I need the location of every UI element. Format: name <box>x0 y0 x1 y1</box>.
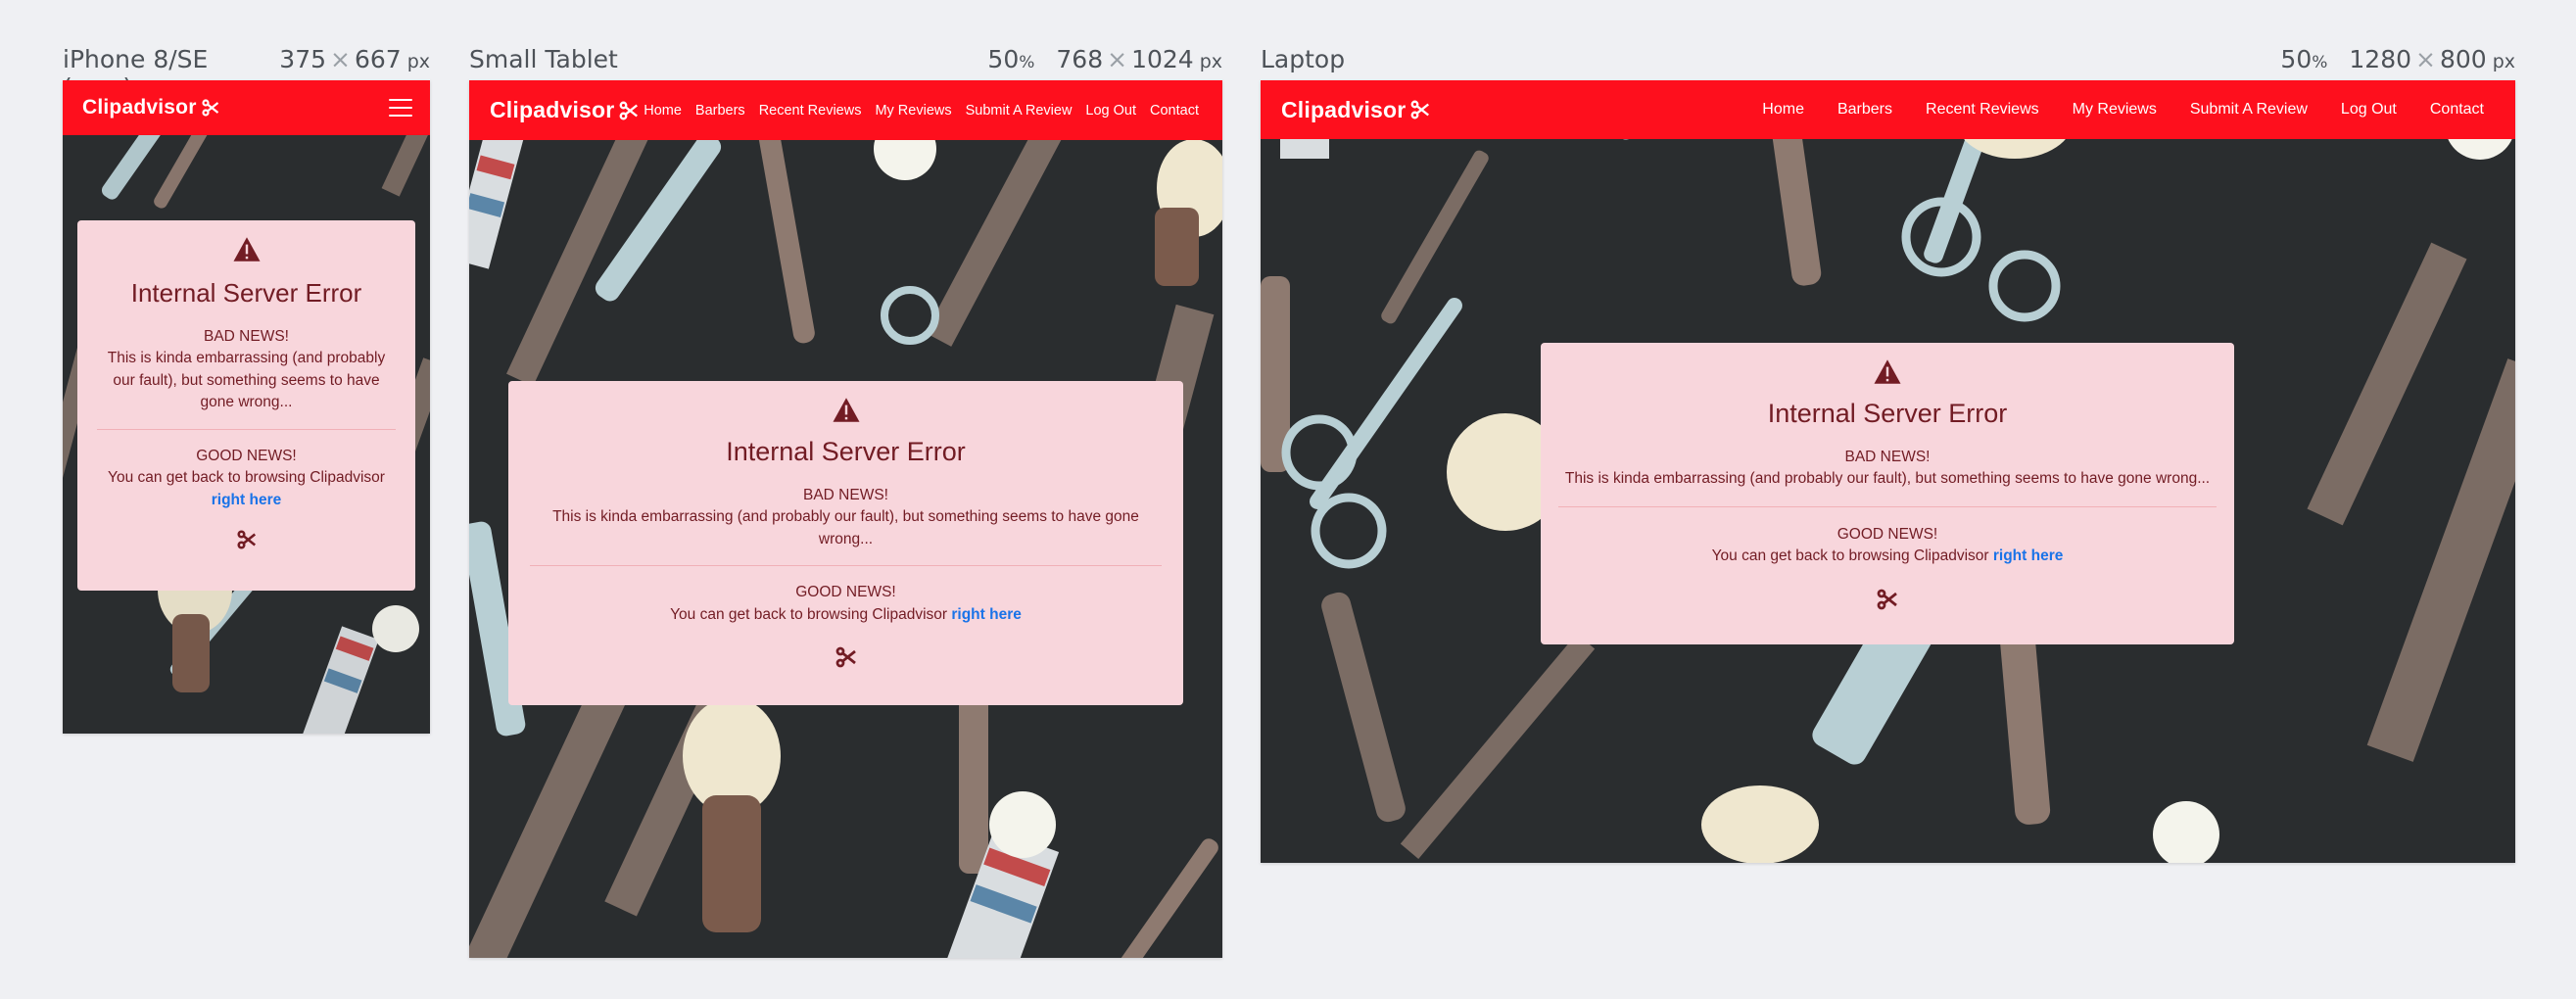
nav-links: Home Barbers Recent Reviews My Reviews S… <box>1762 101 2484 119</box>
home-link[interactable]: right here <box>951 606 1021 623</box>
bad-news-heading: BAD NEWS! <box>803 487 888 503</box>
error-card: Internal Server Error BAD NEWS! This is … <box>77 220 415 591</box>
brand-logo[interactable]: Clipadvisor <box>490 97 640 123</box>
nav-recent-reviews[interactable]: Recent Reviews <box>1926 101 2039 119</box>
warning-icon <box>233 237 260 262</box>
home-link[interactable]: right here <box>212 492 281 508</box>
device-dimensions: 768 × 1024 px <box>1056 45 1222 73</box>
divider <box>530 565 1162 567</box>
nav-barbers[interactable]: Barbers <box>695 103 745 119</box>
scissors-icon <box>1877 589 1897 610</box>
brand-logo[interactable]: Clipadvisor <box>1281 97 1431 123</box>
good-news-text: You can get back to browsing Clipadvisor… <box>108 469 385 508</box>
brand-logo[interactable]: Clipadvisor <box>82 96 220 119</box>
device-dimensions: 1280 × 800 px <box>2349 45 2515 73</box>
device-header-phone: iPhone 8/SE (new) 375×667px <box>63 45 430 102</box>
warning-icon <box>1874 359 1901 384</box>
device-dimensions: 375 × 667 px <box>279 45 430 73</box>
nav-barbers[interactable]: Barbers <box>1837 101 1892 119</box>
device-title: Small Tablet <box>469 45 618 73</box>
device-frame-laptop: Clipadvisor Home Barbers Recent Reviews … <box>1261 80 2515 863</box>
divider <box>97 428 396 430</box>
nav-my-reviews[interactable]: My Reviews <box>875 103 951 119</box>
scissors-icon <box>620 101 639 119</box>
good-news-heading: GOOD NEWS! <box>795 584 896 601</box>
error-card: Internal Server Error BAD NEWS! This is … <box>1541 343 2234 644</box>
bad-news-text: This is kinda embarrassing (and probably… <box>552 508 1139 547</box>
good-news-heading: GOOD NEWS! <box>196 447 297 464</box>
warning-icon <box>833 398 859 422</box>
error-title: Internal Server Error <box>130 278 362 308</box>
device-frame-phone: Clipadvisor Internal Server Error BAD NE… <box>63 80 430 734</box>
device-title: Laptop <box>1261 45 1346 73</box>
bad-news-heading: BAD NEWS! <box>1844 449 1931 465</box>
error-title: Internal Server Error <box>1767 399 2008 428</box>
scissors-icon <box>1411 100 1430 119</box>
good-news-heading: GOOD NEWS! <box>1837 525 1938 543</box>
good-news-text: You can get back to browsing Clipadvisor… <box>670 605 1022 623</box>
scissors-icon <box>236 530 256 549</box>
nav-log-out[interactable]: Log Out <box>1085 103 1136 119</box>
scissors-icon <box>201 99 218 117</box>
device-header-tablet: Small Tablet 50% 768 × 1024 px <box>469 45 1222 74</box>
brand-name: Clipadvisor <box>1281 96 1407 122</box>
device-header-laptop: Laptop 50% 1280 × 800 px <box>1261 45 2515 74</box>
navbar: Clipadvisor Home Barbers Recent Reviews … <box>469 80 1222 140</box>
brand-name: Clipadvisor <box>490 97 615 122</box>
hamburger-menu-icon[interactable] <box>389 99 412 117</box>
bad-news-heading: BAD NEWS! <box>204 328 289 345</box>
navbar: Clipadvisor Home Barbers Recent Reviews … <box>1261 80 2515 139</box>
brand-name: Clipadvisor <box>82 96 197 119</box>
nav-contact[interactable]: Contact <box>2430 101 2484 119</box>
device-zoom: 50% <box>2280 45 2328 73</box>
nav-contact[interactable]: Contact <box>1150 103 1199 119</box>
nav-log-out[interactable]: Log Out <box>2341 101 2397 119</box>
nav-links: Home Barbers Recent Reviews My Reviews S… <box>644 103 1199 119</box>
error-title: Internal Server Error <box>726 437 966 466</box>
scissors-icon <box>835 646 856 668</box>
home-link[interactable]: right here <box>1993 547 2063 564</box>
device-frame-tablet: Clipadvisor Home Barbers Recent Reviews … <box>469 80 1222 958</box>
nav-submit-review[interactable]: Submit A Review <box>2190 101 2308 119</box>
good-news-text: You can get back to browsing Clipadvisor… <box>1711 547 2064 565</box>
nav-home[interactable]: Home <box>644 103 682 119</box>
bad-news-text: This is kinda embarrassing (and probably… <box>107 350 386 411</box>
device-zoom: 50% <box>987 45 1035 73</box>
bad-news-text: This is kinda embarrassing (and probably… <box>1564 470 2211 488</box>
nav-home[interactable]: Home <box>1762 101 1804 119</box>
navbar: Clipadvisor <box>63 80 430 135</box>
error-card: Internal Server Error BAD NEWS! This is … <box>508 381 1183 705</box>
divider <box>1558 505 2217 507</box>
nav-my-reviews[interactable]: My Reviews <box>2073 101 2157 119</box>
nav-submit-review[interactable]: Submit A Review <box>966 103 1073 119</box>
nav-recent-reviews[interactable]: Recent Reviews <box>759 103 862 119</box>
